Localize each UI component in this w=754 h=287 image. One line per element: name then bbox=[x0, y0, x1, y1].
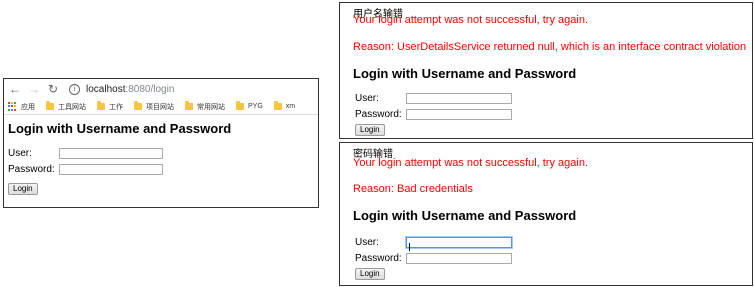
folder-icon bbox=[134, 101, 142, 110]
bookmark-xm[interactable]: xm bbox=[273, 101, 296, 110]
browser-window: ← → ↻ i localhost:8080/login 应用 工具网站 工作 … bbox=[3, 78, 319, 208]
bookmark-pyg[interactable]: PYG bbox=[236, 101, 263, 110]
bookmark-label: 应用 bbox=[21, 103, 35, 111]
password-error-panel: 密码输错 Your login attempt was not successf… bbox=[339, 142, 753, 286]
bookmark-label: xm bbox=[285, 103, 296, 110]
bookmark-label: PYG bbox=[248, 103, 263, 110]
text-caret bbox=[409, 243, 410, 251]
bookmark-label: 工具网站 bbox=[58, 103, 86, 111]
password-label: Password: bbox=[8, 164, 55, 175]
bookmark-common[interactable]: 常用网站 bbox=[185, 101, 225, 112]
error-message: Your login attempt was not successful, t… bbox=[353, 157, 588, 169]
bookmark-label: 常用网站 bbox=[197, 103, 225, 111]
folder-icon bbox=[236, 101, 244, 110]
bookmark-projects[interactable]: 项目网站 bbox=[134, 101, 174, 112]
back-arrow-icon[interactable]: ← bbox=[8, 82, 22, 96]
folder-icon bbox=[46, 101, 54, 110]
url-host: localhost bbox=[86, 83, 126, 95]
bookmark-work[interactable]: 工作 bbox=[97, 101, 123, 112]
url-path: :8080/login bbox=[125, 83, 175, 95]
username-input[interactable] bbox=[59, 148, 163, 159]
login-button[interactable]: Login bbox=[355, 124, 385, 136]
page-title: Login with Username and Password bbox=[8, 121, 232, 136]
login-button[interactable]: Login bbox=[8, 183, 38, 195]
error-reason: Reason: Bad credentials bbox=[353, 183, 473, 195]
user-label: User: bbox=[8, 148, 32, 159]
user-label: User: bbox=[355, 237, 379, 248]
user-row: User: bbox=[355, 237, 512, 251]
password-input[interactable] bbox=[406, 109, 512, 120]
page-title: Login with Username and Password bbox=[353, 66, 577, 81]
folder-icon bbox=[97, 101, 105, 110]
bookmark-label: 工作 bbox=[109, 103, 123, 111]
browser-toolbar: ← → ↻ i localhost:8080/login bbox=[4, 79, 318, 99]
bookmark-apps[interactable]: 应用 bbox=[8, 102, 35, 112]
user-row: User: bbox=[355, 93, 512, 104]
password-row: Password: bbox=[8, 162, 314, 177]
reload-icon[interactable]: ↻ bbox=[46, 82, 60, 96]
user-row: User: bbox=[8, 146, 314, 161]
error-reason: Reason: UserDetailsService returned null… bbox=[353, 41, 747, 53]
address-bar[interactable]: i localhost:8080/login bbox=[69, 81, 314, 97]
password-row: Password: bbox=[355, 253, 512, 264]
password-label: Password: bbox=[355, 109, 402, 120]
screenshot-canvas: ← → ↻ i localhost:8080/login 应用 工具网站 工作 … bbox=[0, 0, 754, 287]
bookmarks-bar: 应用 工具网站 工作 项目网站 常用网站 PYG xm bbox=[4, 99, 318, 115]
bookmark-label: 项目网站 bbox=[146, 103, 174, 111]
folder-icon bbox=[273, 101, 282, 110]
password-row: Password: bbox=[355, 109, 512, 120]
info-icon[interactable]: i bbox=[69, 83, 80, 95]
folder-icon bbox=[185, 101, 193, 110]
error-message: Your login attempt was not successful, t… bbox=[353, 14, 588, 26]
bookmark-tools[interactable]: 工具网站 bbox=[46, 101, 86, 112]
forward-arrow-icon[interactable]: → bbox=[27, 82, 41, 96]
password-input[interactable] bbox=[406, 253, 512, 264]
username-input[interactable] bbox=[406, 93, 512, 104]
password-input[interactable] bbox=[59, 164, 163, 175]
login-page: Login with Username and Password User: P… bbox=[4, 115, 318, 200]
username-error-panel: 用户名输错 Your login attempt was not success… bbox=[339, 2, 753, 139]
apps-grid-icon bbox=[8, 102, 17, 111]
page-title: Login with Username and Password bbox=[353, 208, 577, 223]
username-input[interactable] bbox=[406, 237, 512, 251]
login-button[interactable]: Login bbox=[355, 268, 385, 280]
password-label: Password: bbox=[355, 253, 402, 264]
user-label: User: bbox=[355, 93, 379, 104]
